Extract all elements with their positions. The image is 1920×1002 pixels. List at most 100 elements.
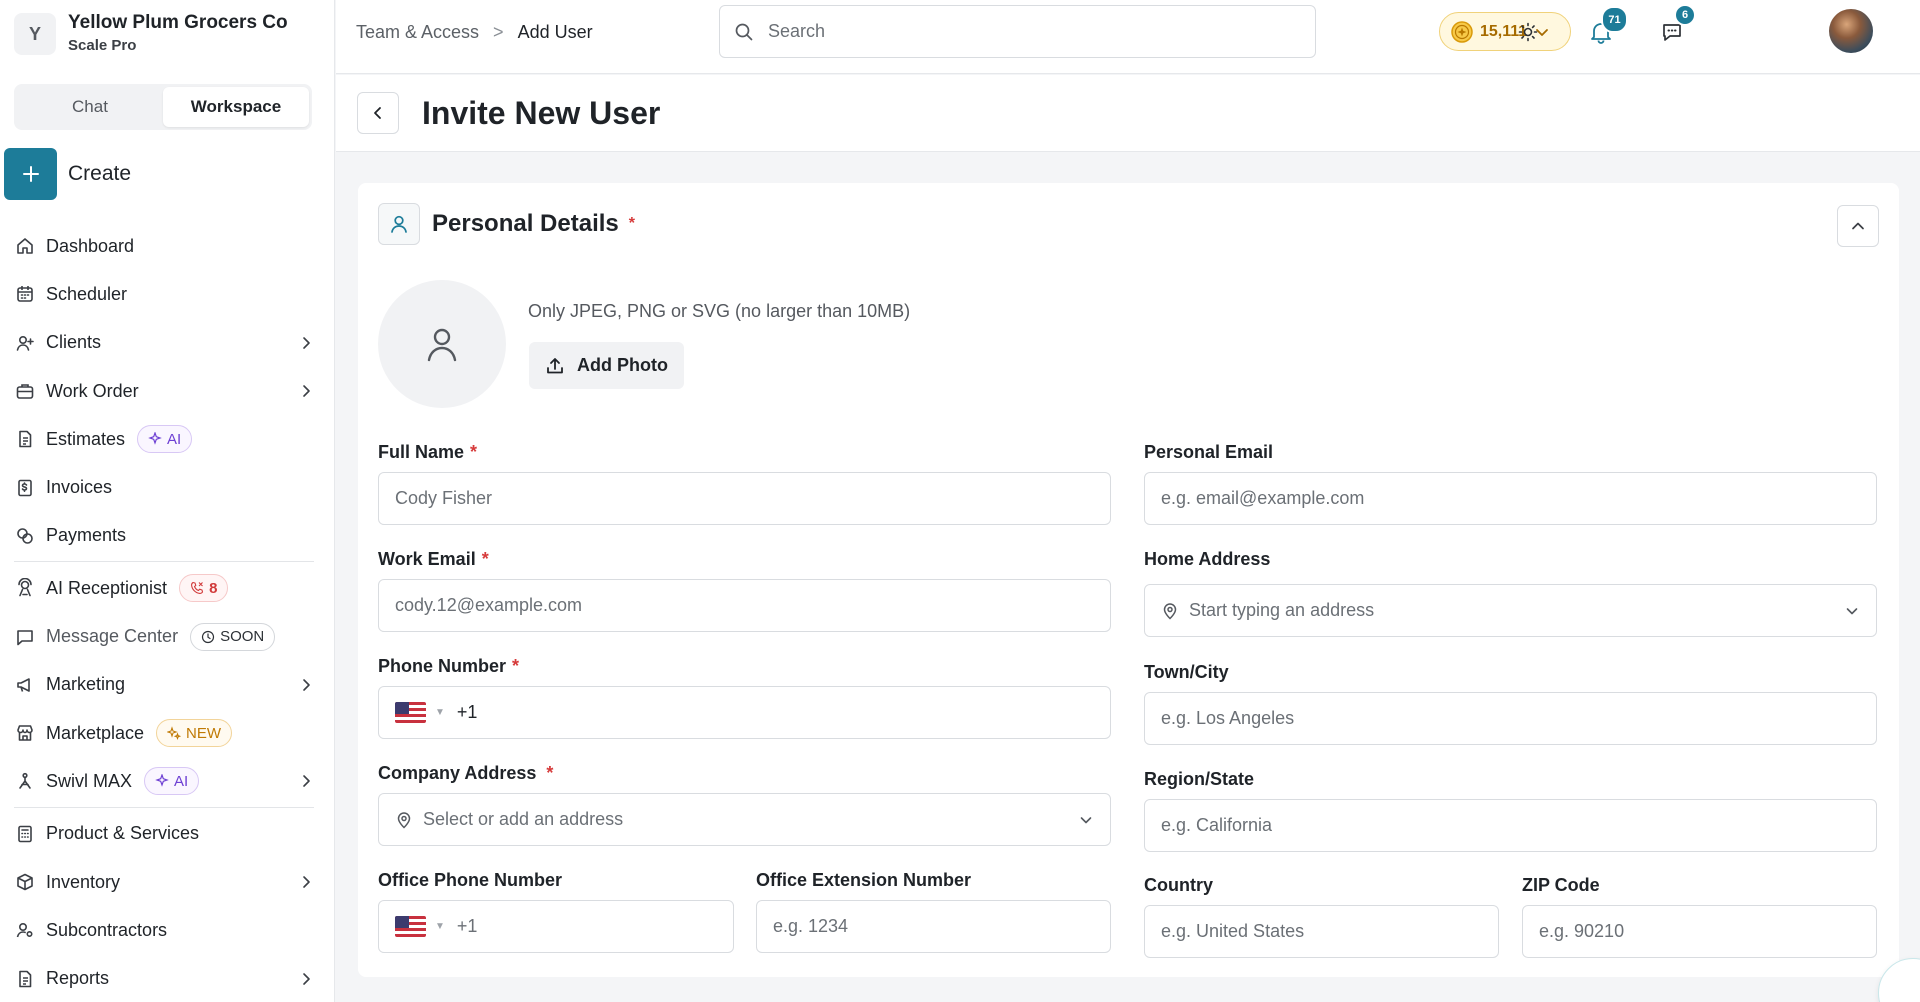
- add-photo-button[interactable]: Add Photo: [529, 342, 684, 389]
- theme-toggle-button[interactable]: [1510, 14, 1546, 50]
- chevron-down-icon: [1844, 603, 1860, 619]
- us-flag-icon[interactable]: [395, 916, 426, 937]
- coin-icon: [1450, 20, 1474, 44]
- sidebar-item-reports[interactable]: Reports: [14, 954, 314, 1002]
- sidebar-item-label: AI Receptionist: [46, 577, 168, 598]
- chevron-up-icon: [1849, 217, 1867, 235]
- create-label: Create: [68, 162, 132, 185]
- sidebar-item-label: Product & Services: [46, 823, 200, 844]
- phone-number-input[interactable]: ▼ +1: [378, 686, 1111, 739]
- new-badge-label: NEW: [186, 724, 222, 742]
- chevron-right-icon: [298, 677, 314, 693]
- region-state-input[interactable]: e.g. California: [1144, 799, 1877, 852]
- sidebar-item-label: Invoices: [46, 477, 113, 498]
- dial-code: +1: [456, 916, 478, 936]
- user-placeholder-icon: [422, 324, 462, 364]
- country-input[interactable]: e.g. United States: [1144, 905, 1499, 958]
- breadcrumb-team-access[interactable]: Team & Access: [356, 22, 479, 43]
- office-extension-placeholder: e.g. 1234: [773, 916, 849, 936]
- company-address-select[interactable]: Select or add an address: [378, 793, 1111, 846]
- new-badge: NEW: [156, 719, 233, 748]
- sidebar-item-clients[interactable]: Clients: [14, 319, 314, 367]
- sidebar-item-label: Inventory: [46, 871, 121, 892]
- megaphone-icon: [14, 674, 36, 696]
- office-extension-label: Office Extension Number: [756, 870, 972, 890]
- org-switcher[interactable]: Y Yellow Plum Grocers Co Scale Pro: [14, 12, 288, 56]
- map-pin-icon: [1161, 602, 1179, 620]
- required-asterisk: *: [481, 549, 489, 569]
- sidebar-item-label: Swivl MAX: [46, 770, 133, 791]
- sidebar-item-subcontractors[interactable]: Subcontractors: [14, 906, 314, 954]
- sidebar-item-label: Clients: [46, 332, 102, 353]
- town-city-input[interactable]: e.g. Los Angeles: [1144, 692, 1877, 745]
- phone-number-label-text: Phone Number: [378, 656, 507, 676]
- sidebar-item-label: Marketplace: [46, 722, 145, 743]
- ai-badge: AI: [137, 425, 193, 454]
- work-email-input[interactable]: cody.12@example.com: [378, 579, 1111, 632]
- sidebar-item-scheduler[interactable]: Scheduler: [14, 270, 314, 318]
- collapse-button[interactable]: [1837, 205, 1879, 247]
- catalog-icon: [14, 823, 36, 845]
- org-avatar: Y: [14, 13, 56, 55]
- chevron-right-icon: [298, 773, 314, 789]
- town-city-placeholder: e.g. Los Angeles: [1161, 708, 1295, 728]
- zip-code-label: ZIP Code: [1522, 875, 1600, 895]
- back-button[interactable]: [357, 92, 399, 134]
- sidebar-item-ai-receptionist[interactable]: AI Receptionist 8: [14, 564, 314, 612]
- home-address-select[interactable]: Start typing an address: [1144, 584, 1877, 637]
- sidebar-item-label: Marketing: [46, 674, 126, 695]
- sidebar-nav: Dashboard Scheduler Clients Work Order E…: [14, 222, 314, 1002]
- ai-badge-label: AI: [174, 772, 189, 790]
- sidebar-item-label: Subcontractors: [46, 919, 168, 940]
- sidebar-item-message-center[interactable]: Message Center SOON: [14, 612, 314, 660]
- country-code-chevron-icon: ▼: [435, 921, 445, 932]
- chevron-down-icon: [1078, 812, 1094, 828]
- personal-email-input[interactable]: e.g. email@example.com: [1144, 472, 1877, 525]
- zip-code-input[interactable]: e.g. 90210: [1522, 905, 1877, 958]
- notifications-count: 71: [1601, 6, 1628, 33]
- create-button[interactable]: Create: [4, 148, 131, 200]
- user-avatar[interactable]: [1829, 9, 1873, 53]
- page-title: Invite New User: [422, 95, 661, 131]
- sidebar-item-inventory[interactable]: Inventory: [14, 858, 314, 906]
- country-code-chevron-icon: ▼: [435, 707, 445, 718]
- sidebar-item-invoices[interactable]: Invoices: [14, 463, 314, 511]
- full-name-label: Full Name *: [378, 442, 477, 463]
- office-phone-input[interactable]: ▼ +1: [378, 900, 734, 953]
- breadcrumb: Team & Access > Add User: [356, 0, 593, 64]
- home-address-placeholder: Start typing an address: [1189, 600, 1375, 620]
- office-extension-input[interactable]: e.g. 1234: [756, 900, 1111, 953]
- region-state-placeholder: e.g. California: [1161, 815, 1273, 835]
- box-icon: [14, 871, 36, 893]
- search-placeholder: Search: [768, 21, 826, 41]
- required-asterisk: *: [546, 763, 554, 783]
- sidebar-item-estimates[interactable]: Estimates AI: [14, 415, 314, 463]
- user-icon: [378, 203, 420, 245]
- divider: [14, 806, 314, 808]
- search-input[interactable]: Search: [719, 5, 1316, 58]
- soon-badge-label: SOON: [220, 628, 265, 646]
- company-address-placeholder: Select or add an address: [423, 809, 624, 829]
- page-header: Invite New User: [336, 75, 1920, 152]
- divider: [14, 561, 314, 563]
- briefcase-icon: [14, 380, 36, 402]
- chevron-right-icon: [298, 335, 314, 351]
- sidebar-item-products[interactable]: Product & Services: [14, 810, 314, 858]
- tab-workspace[interactable]: Workspace: [163, 87, 309, 127]
- sidebar-item-marketing[interactable]: Marketing: [14, 661, 314, 709]
- sidebar-item-dashboard[interactable]: Dashboard: [14, 222, 314, 270]
- sidebar-item-swivl-max[interactable]: Swivl MAX AI: [14, 757, 314, 805]
- soon-badge: SOON: [190, 622, 276, 651]
- us-flag-icon[interactable]: [395, 702, 426, 723]
- sidebar-item-label: Payments: [46, 525, 127, 546]
- sidebar-item-work-order[interactable]: Work Order: [14, 367, 314, 415]
- document-icon: [14, 428, 36, 450]
- sidebar-item-marketplace[interactable]: Marketplace NEW: [14, 709, 314, 757]
- search-icon: [734, 22, 754, 42]
- add-photo-label: Add Photo: [577, 355, 668, 375]
- credits-dropdown[interactable]: 15,111: [1439, 12, 1571, 51]
- sidebar-item-payments[interactable]: Payments: [14, 512, 314, 560]
- full-name-input[interactable]: Cody Fisher: [378, 472, 1111, 525]
- section-header: Personal Details *: [378, 203, 635, 245]
- tab-chat[interactable]: Chat: [17, 87, 163, 127]
